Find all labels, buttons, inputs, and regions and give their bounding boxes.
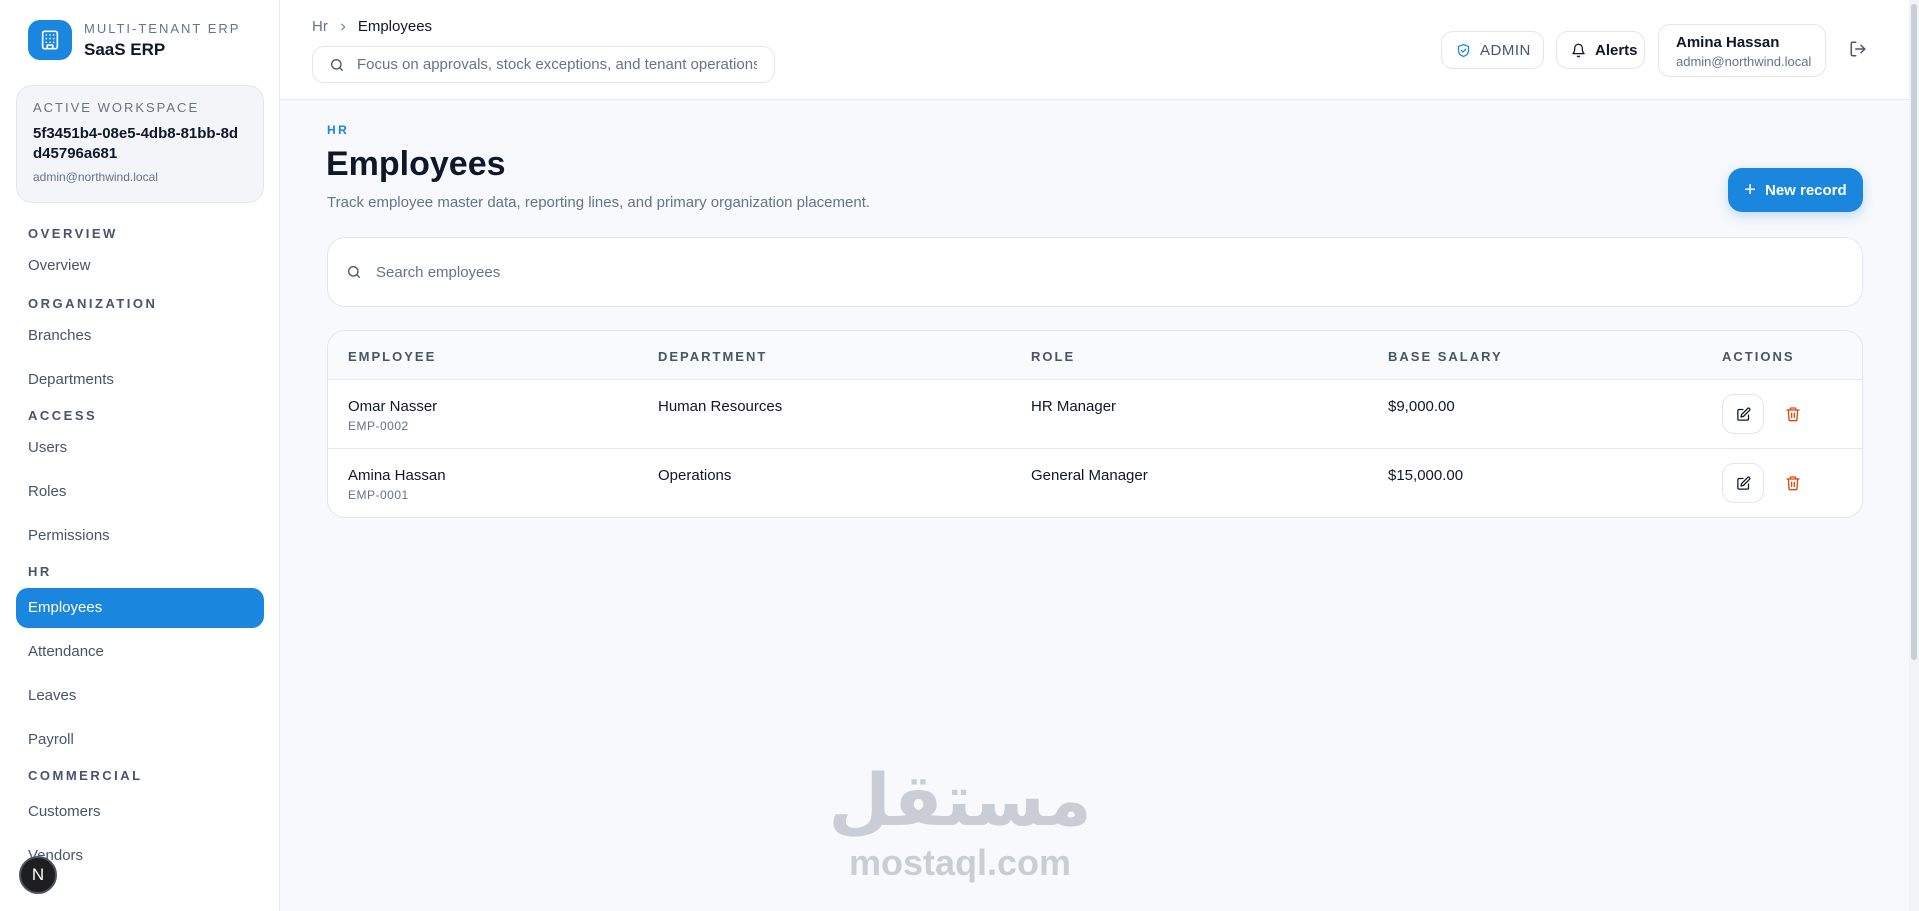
sidebar-item-roles[interactable]: Roles — [16, 472, 264, 512]
page-description: Track employee master data, reporting li… — [327, 194, 871, 211]
brand-subtitle: MULTI-TENANT ERP — [84, 20, 241, 36]
role-badge[interactable]: ADMIN — [1441, 31, 1544, 69]
sidebar-item-overview[interactable]: Overview — [16, 246, 264, 286]
column-base-salary[interactable]: BASE SALARY — [1388, 349, 1503, 364]
shield-check-icon — [1456, 43, 1471, 58]
employee-name: Omar Nasser — [348, 398, 438, 415]
department-cell: Operations — [658, 467, 732, 484]
watermark-latin: mostaql.com — [848, 842, 1072, 883]
scrollbar-thumb[interactable] — [1911, 4, 1917, 660]
nav-section-hr: HR — [28, 564, 52, 579]
salary-cell: $9,000.00 — [1388, 398, 1455, 415]
sidebar: MULTI-TENANT ERP SaaS ERP ACTIVE WORKSPA… — [0, 0, 280, 911]
search-icon — [346, 264, 362, 280]
employees-table: EMPLOYEE DEPARTMENT ROLE BASE SALARY ACT… — [327, 330, 1863, 518]
search-icon — [329, 57, 345, 73]
plus-icon: + — [1744, 179, 1756, 201]
sidebar-item-leaves[interactable]: Leaves — [16, 676, 264, 716]
sidebar-item-permissions[interactable]: Permissions — [16, 516, 264, 556]
employee-cell: Omar Nasser EMP-0002 — [348, 398, 437, 433]
employee-search-input[interactable] — [376, 263, 1826, 281]
trash-icon — [1785, 406, 1801, 422]
sidebar-item-employees[interactable]: Employees — [16, 588, 264, 628]
breadcrumb-root[interactable]: Hr — [312, 18, 328, 35]
brand[interactable]: MULTI-TENANT ERP SaaS ERP — [28, 20, 240, 60]
column-employee[interactable]: EMPLOYEE — [348, 349, 436, 364]
nav-section-organization: ORGANIZATION — [28, 296, 158, 311]
active-workspace-card[interactable]: ACTIVE WORKSPACE 5f3451b4-08e5-4db8-81bb… — [16, 85, 264, 203]
brand-name: SaaS ERP — [84, 39, 166, 59]
table-header: EMPLOYEE DEPARTMENT ROLE BASE SALARY ACT… — [328, 331, 1862, 380]
column-department[interactable]: DEPARTMENT — [658, 349, 767, 364]
nav-section-access: ACCESS — [28, 408, 98, 423]
workspace-id: 5f3451b4-08e5-4db8-81bb-8dd45796a681 — [33, 125, 239, 162]
user-email: admin@northwind.local — [1676, 54, 1812, 69]
new-record-button[interactable]: + New record — [1728, 168, 1863, 212]
breadcrumb-current: Employees — [357, 18, 433, 35]
role-badge-label: ADMIN — [1480, 41, 1531, 59]
building-icon — [28, 20, 72, 60]
sidebar-item-branches[interactable]: Branches — [16, 316, 264, 356]
workspace-email: admin@northwind.local — [33, 170, 158, 184]
workspace-label: ACTIVE WORKSPACE — [33, 100, 200, 115]
bell-icon — [1571, 43, 1586, 58]
sidebar-item-departments[interactable]: Departments — [16, 360, 264, 400]
logout-icon[interactable] — [1849, 40, 1867, 58]
nav-section-overview: OVERVIEW — [28, 226, 118, 241]
employee-cell: Amina Hassan EMP-0001 — [348, 467, 446, 502]
page-eyebrow: HR — [327, 123, 350, 137]
topbar: Hr Employees ADMIN Alerts Amina Hassan a… — [280, 0, 1919, 100]
page-title: Employees — [326, 145, 506, 183]
salary-cell: $15,000.00 — [1388, 467, 1464, 484]
nav-section-commercial: COMMERCIAL — [28, 768, 143, 783]
chevron-right-icon — [338, 19, 348, 35]
employee-search[interactable] — [327, 237, 1863, 307]
column-actions: ACTIONS — [1722, 349, 1795, 364]
role-cell: General Manager — [1031, 467, 1148, 484]
table-row[interactable]: Omar Nasser EMP-0002 Human Resources HR … — [328, 380, 1862, 449]
employee-code: EMP-0002 — [348, 419, 409, 433]
delete-button[interactable] — [1778, 468, 1808, 498]
edit-icon — [1736, 407, 1751, 422]
breadcrumb: Hr Employees — [312, 18, 432, 35]
trash-icon — [1785, 475, 1801, 491]
new-record-label: New record — [1764, 181, 1847, 199]
edit-icon — [1736, 476, 1751, 491]
role-cell: HR Manager — [1031, 398, 1117, 415]
sidebar-item-attendance[interactable]: Attendance — [16, 632, 264, 672]
sidebar-item-payroll[interactable]: Payroll — [16, 720, 264, 760]
column-role[interactable]: ROLE — [1031, 349, 1075, 364]
global-search[interactable] — [312, 46, 775, 83]
table-row[interactable]: Amina Hassan EMP-0001 Operations General… — [328, 449, 1862, 517]
watermark-arabic: مستقل — [828, 758, 1092, 842]
watermark: مستقل mostaql.com — [810, 760, 1110, 884]
delete-button[interactable] — [1778, 399, 1808, 429]
alerts-label: Alerts — [1595, 41, 1638, 59]
global-search-input[interactable] — [357, 56, 757, 73]
sidebar-nav: OVERVIEW Overview ORGANIZATION Branches … — [16, 222, 264, 876]
user-name: Amina Hassan — [1676, 34, 1780, 51]
employee-name: Amina Hassan — [348, 467, 446, 484]
dev-tools-badge[interactable]: N — [19, 856, 57, 894]
sidebar-item-users[interactable]: Users — [16, 428, 264, 468]
alerts-button[interactable]: Alerts — [1556, 31, 1645, 69]
edit-button[interactable] — [1722, 463, 1764, 503]
department-cell: Human Resources — [658, 398, 783, 415]
employee-code: EMP-0001 — [348, 488, 409, 502]
user-menu[interactable]: Amina Hassan admin@northwind.local — [1658, 24, 1826, 77]
edit-button[interactable] — [1722, 394, 1764, 434]
sidebar-item-customers[interactable]: Customers — [16, 792, 264, 832]
